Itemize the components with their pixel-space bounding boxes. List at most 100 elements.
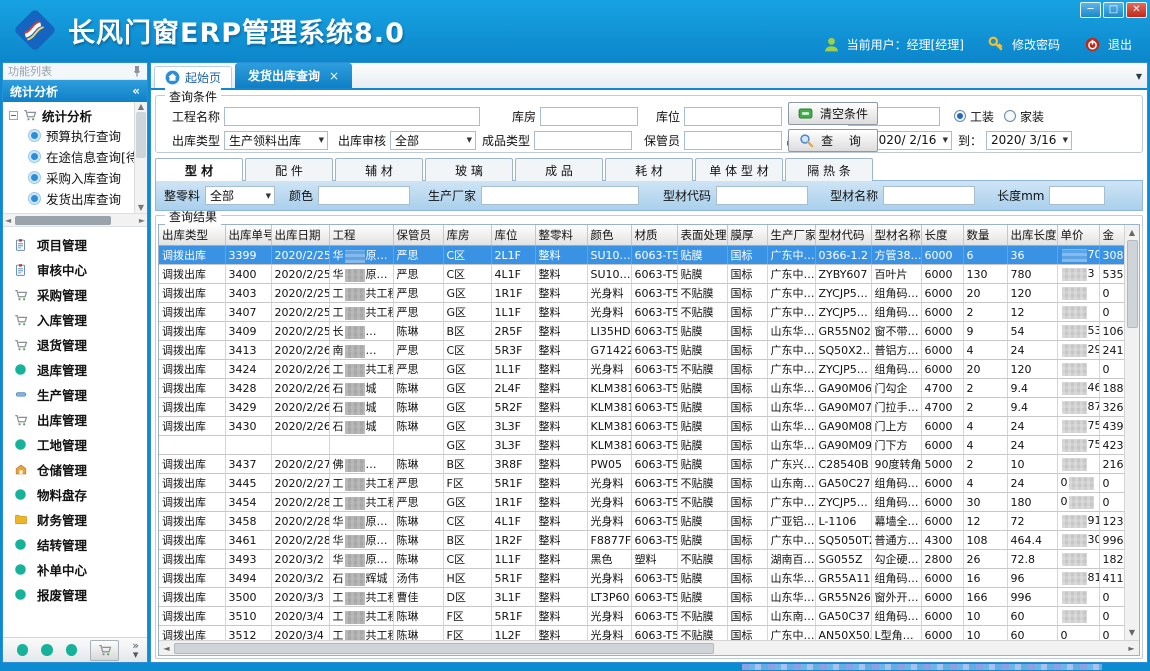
length-input[interactable] (1049, 186, 1105, 205)
table-row[interactable]: 调拨出库34242020/2/26工共工程严思G区1L1F整料光身料6063-T… (159, 360, 1124, 379)
column-header[interactable]: 材质 (631, 225, 677, 246)
material-tab[interactable]: 单 体 型 材 (695, 158, 783, 181)
table-row[interactable]: 调拨出库34072020/2/25工共工程严思G区1L1F整料光身料6063-T… (159, 303, 1124, 322)
keeper-input[interactable] (684, 131, 782, 150)
column-header[interactable]: 单价 (1057, 225, 1099, 246)
out-type-select[interactable]: 生产领料出库▼ (224, 131, 328, 150)
table-row[interactable]: 调拨出库33992020/2/25华原…严思C区2L1F整料SU10…6063-… (159, 246, 1124, 265)
sidebar-menu-item[interactable]: 工地管理 (3, 432, 147, 457)
sidebar-menu-item[interactable]: 补单中心 (3, 557, 147, 582)
table-row[interactable]: 调拨出库34612020/2/28华原…陈琳B区1R2F整料F8877FT606… (159, 531, 1124, 550)
audit-select[interactable]: 全部▼ (390, 131, 476, 150)
date-from-select[interactable]: 2020/ 2/16▼ (866, 131, 952, 150)
sidebar-menu-item[interactable]: 退货管理 (3, 332, 147, 357)
date-to-select[interactable]: 2020/ 3/16▼ (986, 131, 1072, 150)
table-row[interactable]: 调拨出库34282020/2/26石城陈琳G区2L4F整料KLM38176063… (159, 379, 1124, 398)
part-select[interactable]: 全部▼ (205, 186, 275, 205)
column-header[interactable]: 保管员 (393, 225, 443, 246)
sidebar-tree-item[interactable]: 预算执行查询 (3, 125, 147, 146)
sidebar-tree-item[interactable]: 采购入库查询 (3, 167, 147, 188)
pin-icon[interactable] (132, 65, 142, 77)
table-row[interactable]: 调拨出库34302020/2/26石城陈琳G区3L3F整料KLM38176063… (159, 417, 1124, 436)
column-header[interactable]: 整零料 (535, 225, 587, 246)
sidebar-tree-item[interactable]: 在途信息查询[待 (3, 146, 147, 167)
column-header[interactable]: 膜厚 (727, 225, 767, 246)
tab-close-icon[interactable]: × (329, 69, 339, 83)
change-password-link[interactable]: 修改密码 (1012, 36, 1060, 53)
column-header[interactable]: 出库单号 (225, 225, 271, 246)
table-row[interactable]: 调拨出库34582020/2/28华原…陈琳C区4L1F整料光身料6063-T5… (159, 512, 1124, 531)
material-tab[interactable]: 成 品 (515, 158, 603, 181)
project-name-input[interactable] (224, 107, 480, 126)
column-header[interactable]: 生产厂家 (767, 225, 815, 246)
module-dot-icon[interactable] (41, 644, 52, 656)
sidebar-menu-item[interactable]: 财务管理 (3, 507, 147, 532)
table-row[interactable]: 调拨出库34452020/2/27工共工程严思F区5R1F整料光身料6063-T… (159, 474, 1124, 493)
location-input[interactable] (684, 107, 782, 126)
tab-home[interactable]: 起始页 (154, 66, 232, 88)
table-row[interactable]: 调拨出库34032020/2/25工共工程严思G区1R1F整料光身料6063-T… (159, 284, 1124, 303)
material-tab[interactable]: 配 件 (245, 158, 333, 181)
table-row[interactable]: 调拨出库35122020/3/4工共工程陈琳F区1L2F整料光身料6063-T5… (159, 626, 1124, 641)
table-row[interactable]: 调拨出库34132020/2/26南…严思C区5R3F整料G714226063-… (159, 341, 1124, 360)
table-row[interactable]: 调拨出库34372020/2/27佛…陈琳B区3R8F整料PW056063-T5… (159, 455, 1124, 474)
search-button[interactable]: 查 询 (788, 129, 878, 152)
column-header[interactable]: 出库类型 (159, 225, 225, 246)
sidebar-menu-item[interactable]: 物料盘存 (3, 482, 147, 507)
table-vertical-scrollbar[interactable]: ▲▼ (1124, 225, 1139, 640)
table-row[interactable]: 调拨出库34092020/2/25长…陈琳B区2R5F整料LI35HD6063-… (159, 322, 1124, 341)
radio-gongzhuang[interactable] (954, 110, 966, 122)
sidebar-menu-item[interactable]: 仓储管理 (3, 457, 147, 482)
column-header[interactable]: 库位 (491, 225, 535, 246)
product-type-input[interactable] (534, 131, 632, 150)
column-header[interactable]: 表面处理 (677, 225, 727, 246)
warehouse-input[interactable] (540, 107, 638, 126)
tree-horizontal-scrollbar[interactable]: ◄► (3, 214, 147, 227)
sidebar-tree-item[interactable]: 收货入库查询 (3, 209, 147, 214)
name-input[interactable] (883, 186, 975, 205)
clear-conditions-button[interactable]: 清空条件 (788, 102, 878, 125)
column-header[interactable]: 型材名称 (871, 225, 921, 246)
table-row[interactable]: G区3L3F整料KLM38176063-T5贴膜国标山东华…GA90M09…门下… (159, 436, 1124, 455)
column-header[interactable]: 数量 (963, 225, 1007, 246)
material-tab[interactable]: 辅 材 (335, 158, 423, 181)
factory-input[interactable] (481, 186, 639, 205)
table-row[interactable]: 调拨出库34542020/2/28工共工程严思G区1R1F整料光身料6063-T… (159, 493, 1124, 512)
module-dot-icon[interactable] (17, 644, 28, 656)
table-horizontal-scrollbar[interactable]: ◄► (159, 640, 1139, 655)
sidebar-menu-item[interactable]: 退库管理 (3, 357, 147, 382)
sidebar-menu-item[interactable]: 项目管理 (3, 232, 147, 257)
table-row[interactable]: 调拨出库34292020/2/26石城陈琳G区5R2F整料KLM38176063… (159, 398, 1124, 417)
column-header[interactable]: 工程 (329, 225, 393, 246)
sidebar-menu-item[interactable]: 采购管理 (3, 282, 147, 307)
color-input[interactable] (318, 186, 410, 205)
maximize-button[interactable]: □ (1103, 2, 1124, 18)
module-cart-button[interactable] (90, 640, 119, 661)
table-row[interactable]: 调拨出库35102020/3/4工共工程陈琳F区5R1F整料光身料6063-T5… (159, 607, 1124, 626)
minimize-button[interactable]: ─ (1080, 2, 1101, 18)
column-header[interactable]: 出库长度 (1007, 225, 1057, 246)
code-input[interactable] (716, 186, 808, 205)
material-tab[interactable]: 耗 材 (605, 158, 693, 181)
radio-jiazhuang[interactable] (1004, 110, 1016, 122)
material-tab[interactable]: 隔 热 条 (785, 158, 873, 181)
column-header[interactable]: 颜色 (587, 225, 631, 246)
column-header[interactable]: 型材代码 (815, 225, 871, 246)
table-row[interactable]: 调拨出库34942020/3/2石辉城汤伟H区5R1F整料光身料6063-T5贴… (159, 569, 1124, 588)
sidebar-menu-item[interactable]: 报废管理 (3, 582, 147, 607)
more-modules-button[interactable]: »▾ (132, 641, 139, 659)
collapse-arrow-icon[interactable]: « (132, 84, 140, 98)
sidebar-menu-item[interactable]: 结转管理 (3, 532, 147, 557)
tab-shipment-outbound-query[interactable]: 发货出库查询 × (235, 63, 352, 88)
sidebar-menu-item[interactable]: 审核中心 (3, 257, 147, 282)
table-row[interactable]: 调拨出库34932020/3/2华原…陈琳C区1L1F整料黑色塑料不贴膜国标湖南… (159, 550, 1124, 569)
material-tab[interactable]: 玻 璃 (425, 158, 513, 181)
column-header[interactable]: 库房 (443, 225, 491, 246)
sidebar-tree-item[interactable]: 发货出库查询 (3, 188, 147, 209)
column-header[interactable]: 金 (1099, 225, 1124, 246)
logout-link[interactable]: 退出 (1108, 36, 1132, 53)
column-header[interactable]: 出库日期 (271, 225, 329, 246)
module-dot-icon[interactable] (66, 644, 77, 656)
sidebar-menu-item[interactable]: 生产管理 (3, 382, 147, 407)
table-row[interactable]: 调拨出库35002020/3/3工共工程曹佳D区3L1F整料LT3P606063… (159, 588, 1124, 607)
